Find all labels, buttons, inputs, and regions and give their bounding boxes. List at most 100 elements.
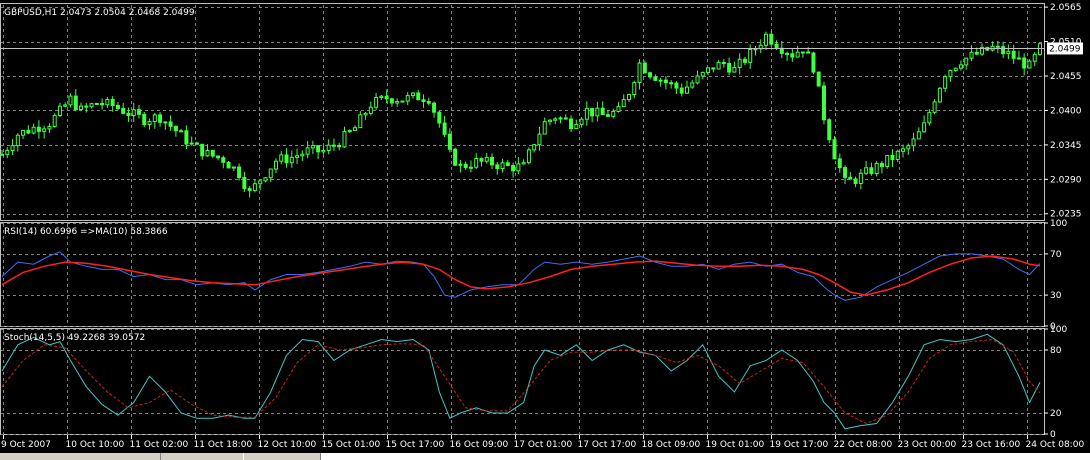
candle-body (73, 95, 78, 111)
candle-body (447, 133, 452, 150)
y-tick-label: 2.0290 (1050, 175, 1082, 185)
candle-body (47, 125, 52, 130)
candle-body (995, 45, 1000, 48)
candle-body (147, 121, 152, 126)
candle-body (421, 99, 426, 102)
candle-body (1022, 57, 1027, 69)
candle-body (242, 176, 247, 190)
candle-body (674, 82, 679, 89)
candle-body (126, 112, 131, 117)
candle-body (316, 145, 321, 153)
candle-body (584, 108, 589, 120)
candle-body (648, 72, 653, 78)
candle-body (337, 145, 342, 148)
candle-body (268, 168, 273, 179)
price-panel-frame (0, 3, 1045, 221)
candle-body (858, 172, 863, 184)
candle-body (432, 102, 437, 113)
x-tick-label: 19 Oct 17:00 (770, 440, 829, 450)
price-panel-title: GBPUSD,H1 2.0473 2.0504 2.0468 2.0499 (4, 8, 195, 18)
candle-body (637, 62, 642, 84)
y-tick-label: 2.0345 (1050, 141, 1082, 151)
y-tick-label: 2.0565 (1050, 3, 1082, 13)
candle-body (537, 133, 542, 146)
candle-body (342, 131, 347, 148)
candle-body (310, 145, 315, 149)
candle-body (31, 126, 36, 134)
candle-body (490, 156, 495, 166)
candle-body (958, 64, 963, 69)
candle-body (563, 117, 568, 120)
candle-body (21, 129, 26, 136)
y-tick-label: 30 (1050, 291, 1062, 301)
candle-body (948, 69, 953, 78)
candle-body (869, 167, 874, 175)
candle-body (89, 103, 94, 108)
x-tick-label: 16 Oct 09:00 (450, 440, 509, 450)
candle-body (937, 87, 942, 103)
candle-body (843, 167, 848, 178)
candle-body (727, 63, 732, 73)
candle-body (785, 52, 790, 55)
candle-body (5, 149, 10, 155)
candle-body (632, 82, 637, 96)
candle-body (832, 139, 837, 160)
candle-body (1016, 57, 1021, 60)
candle-body (273, 160, 278, 170)
candle-body (848, 176, 853, 180)
x-tick-label: 23 Oct 00:00 (898, 440, 957, 450)
x-tick-label: 11 Oct 02:00 (130, 440, 189, 450)
candle-body (100, 102, 105, 106)
candle-body (764, 33, 769, 46)
candle-body (136, 109, 141, 115)
candle-body (853, 178, 858, 184)
candle-body (911, 138, 916, 147)
candle-body (558, 117, 563, 120)
candle-body (906, 145, 911, 150)
candle-body (410, 92, 415, 97)
x-tick-label: 23 Oct 16:00 (962, 440, 1021, 450)
y-tick-label: 20 (1050, 409, 1062, 419)
stoch-panel[interactable] (1, 333, 1041, 430)
candle-body (379, 95, 384, 98)
rsi-panel[interactable] (1, 251, 1041, 301)
y-tick-label: 2.0400 (1050, 106, 1082, 116)
stoch-panel-title: Stoch(14,5,5) 49.2268 39.0572 (4, 333, 145, 343)
candle-body (932, 101, 937, 113)
candle-body (969, 51, 974, 59)
mt4-chart-window[interactable]: 2.05652.05102.04552.04002.03452.02902.02… (0, 0, 1090, 460)
candle-body (289, 156, 294, 164)
x-tick-label: 9 Oct 2007 (1, 440, 51, 450)
candle-body (974, 51, 979, 55)
current-price-label: 2.0499 (1049, 44, 1081, 54)
candle-body (94, 102, 99, 105)
candle-body (263, 177, 268, 182)
candle-body (806, 51, 811, 54)
candle-body (358, 114, 363, 129)
candle-body (194, 142, 199, 145)
chart-tab[interactable] (160, 453, 244, 460)
candle-body (532, 144, 537, 151)
candle-body (864, 167, 869, 174)
candle-body (800, 51, 805, 54)
chart-tab-active[interactable] (320, 453, 1090, 460)
rsi-panel-title: RSI(14) 60.6996 =>MA(10) 58.3866 (4, 227, 168, 237)
candle-body (479, 158, 484, 162)
candle-body (874, 162, 879, 175)
candle-body (453, 148, 458, 166)
candle-body (205, 150, 210, 157)
price-panel[interactable] (0, 30, 1045, 198)
candle-body (658, 79, 663, 82)
candle-body (964, 57, 969, 66)
candle-body (189, 142, 194, 145)
rsi-panel-frame (0, 222, 1045, 327)
candle-body (321, 150, 326, 153)
candle-body (827, 119, 832, 141)
candle-body (679, 87, 684, 94)
candle-body (484, 156, 489, 162)
rsi-line-1 (1, 255, 1041, 296)
candle-body (879, 162, 884, 167)
candle-body (468, 166, 473, 169)
candle-body (216, 155, 221, 159)
stoch-line-0 (1, 333, 1041, 430)
